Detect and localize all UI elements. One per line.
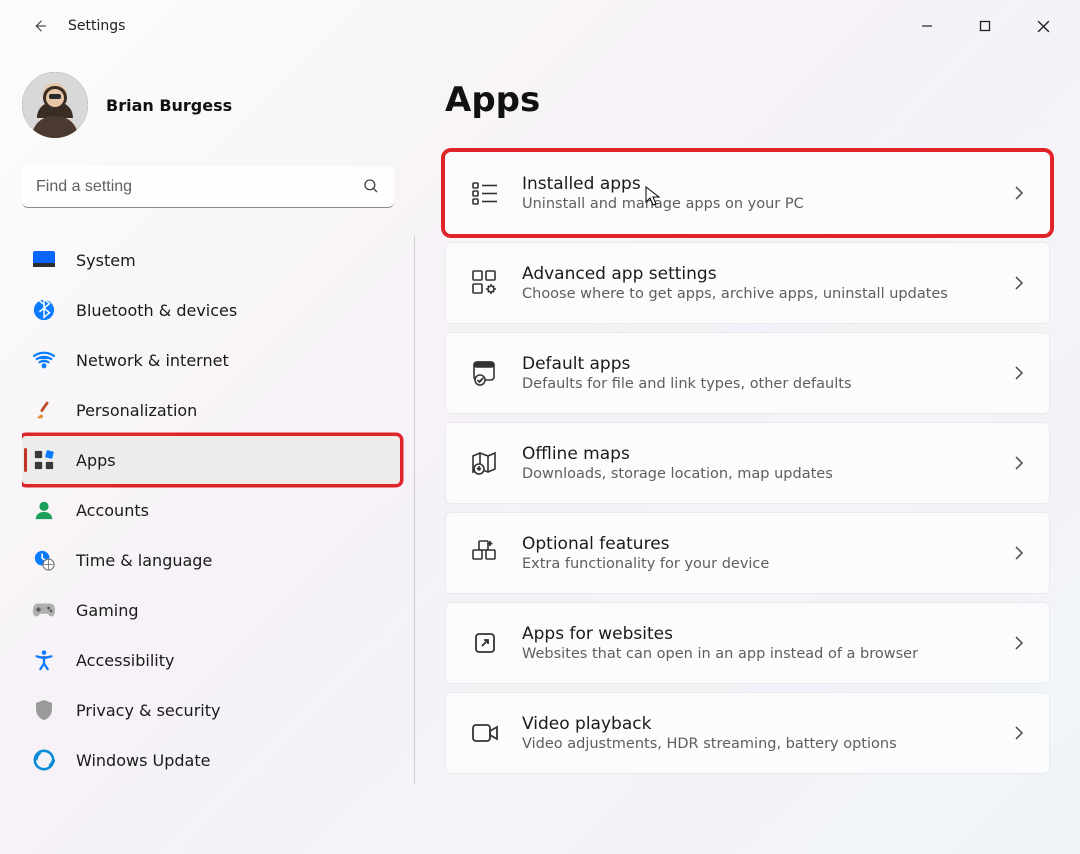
bluetooth-icon [32,298,56,322]
card-default-apps[interactable]: Default apps Defaults for file and link … [445,332,1050,414]
sidebar-item-label: Personalization [76,401,197,420]
card-video-playback[interactable]: Video playback Video adjustments, HDR st… [445,692,1050,774]
video-icon [470,718,500,748]
chevron-right-icon [1009,363,1029,383]
card-title: Optional features [522,533,1009,555]
sidebar-item-apps[interactable]: Apps [22,436,400,484]
chevron-right-icon [1009,273,1029,293]
nav-list: System Bluetooth & devices Network & int… [22,236,415,784]
sidebar-item-label: System [76,251,136,270]
sidebar-item-label: Bluetooth & devices [76,301,237,320]
sidebar-item-privacy-security[interactable]: Privacy & security [22,686,400,734]
card-subtitle: Defaults for file and link types, other … [522,375,1009,394]
search-input[interactable] [22,166,394,208]
arrow-left-icon [31,17,49,35]
paintbrush-icon [32,398,56,422]
search-icon [362,177,380,195]
sidebar-item-bluetooth[interactable]: Bluetooth & devices [22,286,400,334]
card-optional-features[interactable]: Optional features Extra functionality fo… [445,512,1050,594]
card-apps-for-websites[interactable]: Apps for websites Websites that can open… [445,602,1050,684]
card-title: Video playback [522,713,1009,735]
maximize-button[interactable] [956,4,1014,48]
titlebar: Settings [0,0,1080,52]
person-icon [32,498,56,522]
chevron-right-icon [1009,453,1029,473]
close-icon [1037,20,1050,33]
chevron-right-icon [1009,723,1029,743]
installed-apps-icon [470,178,500,208]
content-area: Apps Installed apps Uninstall and manage… [415,52,1080,854]
sidebar-item-label: Time & language [76,551,212,570]
optional-features-icon [470,538,500,568]
sidebar-item-label: Accounts [76,501,149,520]
sidebar-item-label: Gaming [76,601,139,620]
sidebar-item-personalization[interactable]: Personalization [22,386,400,434]
close-button[interactable] [1014,4,1072,48]
card-subtitle: Websites that can open in an app instead… [522,645,1009,664]
chevron-right-icon [1009,633,1029,653]
sidebar-item-label: Network & internet [76,351,229,370]
back-button[interactable] [22,8,58,44]
card-title: Default apps [522,353,1009,375]
system-icon [32,248,56,272]
sidebar-item-windows-update[interactable]: Windows Update [22,736,400,784]
maximize-icon [979,20,991,32]
chevron-right-icon [1009,183,1029,203]
minimize-icon [921,20,933,32]
sidebar-item-label: Apps [76,451,116,470]
card-subtitle: Video adjustments, HDR streaming, batter… [522,735,1009,754]
sidebar-item-label: Accessibility [76,651,174,670]
chevron-right-icon [1009,543,1029,563]
sidebar-item-label: Privacy & security [76,701,220,720]
search-box [22,166,394,208]
sidebar: Brian Burgess System Bluetooth & devices [0,52,415,854]
card-title: Advanced app settings [522,263,1009,285]
card-title: Installed apps [522,173,1009,195]
accessibility-icon [32,648,56,672]
minimize-button[interactable] [898,4,956,48]
window-title: Settings [68,18,125,34]
sidebar-item-time-language[interactable]: Time & language [22,536,400,584]
card-title: Offline maps [522,443,1009,465]
sidebar-item-system[interactable]: System [22,236,400,284]
sidebar-item-accounts[interactable]: Accounts [22,486,400,534]
default-apps-icon [470,358,500,388]
card-installed-apps[interactable]: Installed apps Uninstall and manage apps… [445,152,1050,234]
update-icon [32,748,56,772]
card-subtitle: Choose where to get apps, archive apps, … [522,285,1009,304]
wifi-icon [32,348,56,372]
clock-globe-icon [32,548,56,572]
gamepad-icon [32,598,56,622]
window-controls [898,4,1072,48]
map-icon [470,448,500,478]
advanced-settings-icon [470,268,500,298]
card-subtitle: Uninstall and manage apps on your PC [522,195,1009,214]
page-title: Apps [445,80,1050,120]
sidebar-item-label: Windows Update [76,751,210,770]
card-subtitle: Extra functionality for your device [522,555,1009,574]
card-advanced-app-settings[interactable]: Advanced app settings Choose where to ge… [445,242,1050,324]
shield-icon [32,698,56,722]
card-offline-maps[interactable]: Offline maps Downloads, storage location… [445,422,1050,504]
apps-icon [32,448,56,472]
sidebar-item-accessibility[interactable]: Accessibility [22,636,400,684]
external-link-icon [470,628,500,658]
user-name: Brian Burgess [106,96,232,115]
sidebar-item-network[interactable]: Network & internet [22,336,400,384]
sidebar-item-gaming[interactable]: Gaming [22,586,400,634]
avatar [22,72,88,138]
card-subtitle: Downloads, storage location, map updates [522,465,1009,484]
account-header[interactable]: Brian Burgess [22,72,415,138]
card-title: Apps for websites [522,623,1009,645]
